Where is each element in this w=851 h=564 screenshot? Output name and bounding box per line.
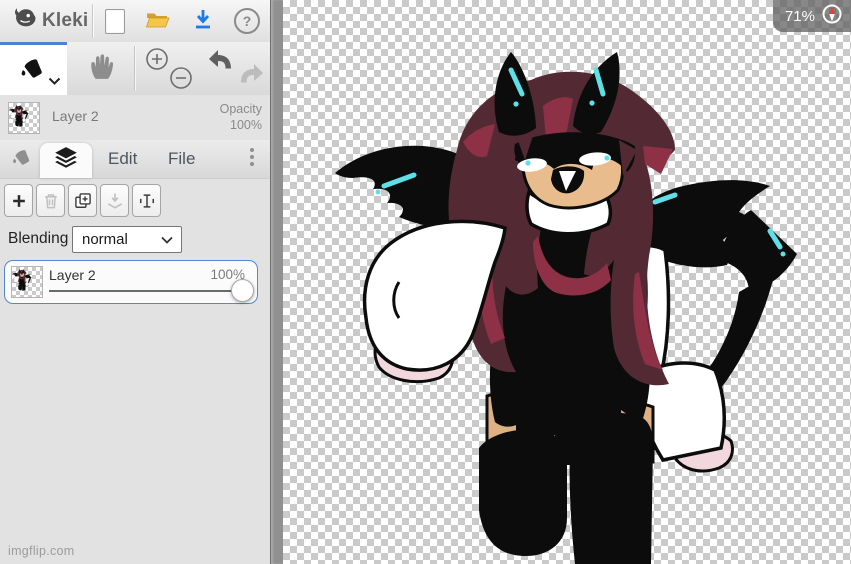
fill-bucket-small-icon bbox=[10, 145, 36, 174]
sidebar: Kleki ? Layer 2 Opacity 100% Edit File B… bbox=[0, 0, 270, 564]
trash-icon bbox=[44, 193, 57, 208]
rename-icon bbox=[139, 193, 154, 208]
zoom-out-icon bbox=[170, 66, 192, 89]
undo-icon bbox=[208, 49, 231, 68]
delete-layer-button[interactable] bbox=[36, 184, 65, 217]
top-toolbar: Kleki ? bbox=[0, 0, 270, 43]
layer-list-item[interactable]: Layer 2 100% bbox=[4, 260, 258, 304]
opacity-label: Opacity bbox=[219, 102, 262, 116]
merge-down-button[interactable] bbox=[100, 184, 129, 217]
zoom-in-icon bbox=[146, 47, 168, 70]
zoom-tools bbox=[135, 42, 201, 95]
blending-select[interactable]: normal bbox=[72, 226, 182, 253]
layer-item-name: Layer 2 bbox=[49, 267, 96, 283]
active-layer-preview: Layer 2 Opacity 100% bbox=[0, 95, 270, 140]
opacity-value: 100% bbox=[230, 118, 262, 133]
help-button[interactable]: ? bbox=[233, 7, 261, 35]
tab-edit[interactable]: Edit bbox=[108, 140, 137, 178]
opacity-indicator: Opacity 100% bbox=[220, 101, 262, 134]
layer-thumbnail[interactable] bbox=[8, 102, 40, 134]
tab-file[interactable]: File bbox=[168, 140, 195, 178]
kleki-logo-icon bbox=[12, 6, 38, 37]
rename-layer-button[interactable] bbox=[132, 184, 161, 217]
opacity-slider-handle[interactable] bbox=[231, 279, 254, 302]
redo-icon bbox=[240, 63, 263, 82]
panel-tabs: Edit File bbox=[0, 140, 270, 179]
zoom-level-value: 71% bbox=[784, 7, 815, 25]
fill-tool-button[interactable] bbox=[0, 42, 67, 95]
new-file-icon bbox=[105, 8, 125, 34]
kleki-app-window: Kleki ? Layer 2 Opacity 100% Edit File B… bbox=[0, 0, 851, 564]
app-logo: Kleki bbox=[12, 6, 88, 36]
compass-icon bbox=[821, 3, 843, 29]
duplicate-icon bbox=[74, 192, 91, 208]
duplicate-layer-button[interactable] bbox=[68, 184, 97, 217]
drawing-canvas[interactable]: 71% bbox=[283, 0, 851, 564]
fill-bucket-icon bbox=[18, 53, 50, 88]
merge-down-icon bbox=[107, 193, 122, 209]
blending-row: Blending normal bbox=[0, 226, 270, 254]
save-download-button[interactable] bbox=[189, 7, 217, 35]
blending-label: Blending bbox=[8, 230, 69, 247]
topbar-separator bbox=[92, 4, 93, 38]
app-title: Kleki bbox=[42, 10, 89, 31]
tab-fill-settings[interactable] bbox=[6, 140, 40, 178]
blending-value: normal bbox=[82, 231, 128, 248]
layer-item-thumbnail bbox=[11, 266, 43, 298]
imgflip-watermark: imgflip.com bbox=[8, 544, 75, 558]
active-layer-name: Layer 2 bbox=[52, 108, 99, 124]
select-chevron-icon bbox=[161, 236, 181, 244]
hand-icon bbox=[86, 51, 116, 86]
help-icon: ? bbox=[234, 8, 260, 34]
open-file-button[interactable] bbox=[143, 7, 171, 35]
tab-layers[interactable] bbox=[40, 143, 92, 178]
more-options-kebab-icon[interactable] bbox=[250, 148, 254, 166]
tool-row bbox=[0, 42, 270, 96]
character-artwork bbox=[283, 0, 851, 564]
history-tools bbox=[201, 42, 270, 95]
hand-tool-button[interactable] bbox=[67, 42, 134, 95]
download-icon bbox=[191, 7, 215, 36]
layer-actions bbox=[4, 184, 161, 217]
plus-icon bbox=[12, 194, 25, 207]
add-layer-button[interactable] bbox=[4, 184, 33, 217]
open-folder-icon bbox=[144, 8, 170, 35]
new-file-button[interactable] bbox=[101, 7, 129, 35]
fill-options-chevron-icon[interactable] bbox=[48, 72, 61, 90]
zoom-level-badge: 71% bbox=[772, 0, 851, 32]
layers-icon bbox=[53, 145, 79, 176]
opacity-slider-track[interactable] bbox=[49, 290, 241, 292]
